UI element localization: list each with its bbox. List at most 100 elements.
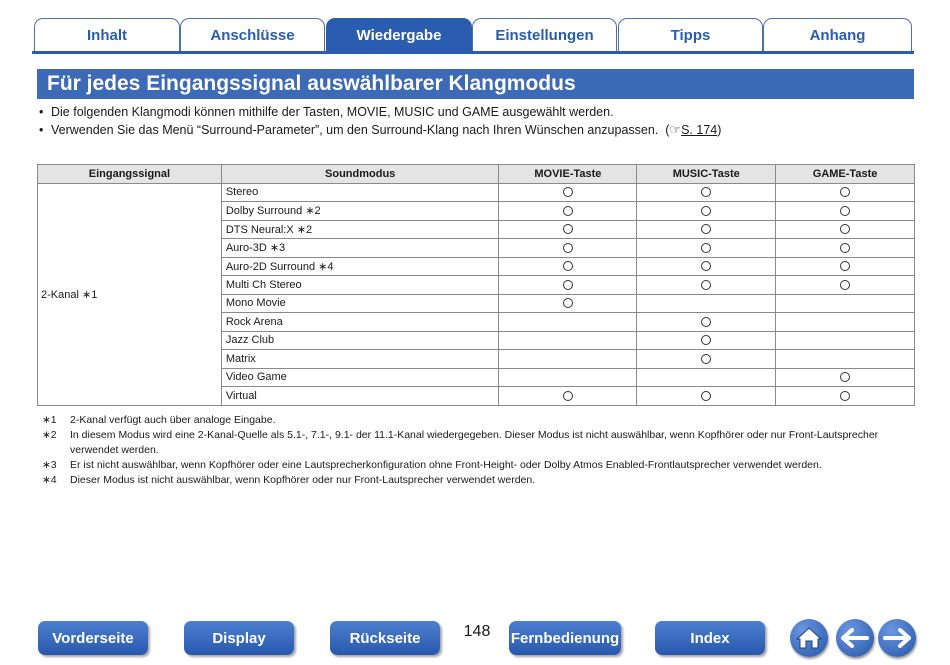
sound-mode-cell: Virtual bbox=[220, 386, 500, 406]
game-cell bbox=[775, 238, 915, 258]
available-circle-icon bbox=[701, 187, 712, 198]
music-cell bbox=[636, 386, 777, 406]
tab-underline bbox=[32, 51, 914, 54]
available-circle-icon bbox=[562, 242, 573, 253]
input-signal-cell: 2-Kanal ∗1 bbox=[37, 182, 222, 406]
movie-cell bbox=[498, 312, 638, 332]
tab-tipps[interactable]: Tipps bbox=[618, 18, 763, 51]
sound-mode-cell: Mono Movie bbox=[220, 293, 500, 313]
music-cell bbox=[636, 238, 777, 258]
available-circle-icon bbox=[701, 205, 712, 216]
music-cell bbox=[636, 293, 777, 313]
footnote-mark: ∗3 bbox=[42, 459, 57, 471]
sound-mode-cell: Multi Ch Stereo bbox=[220, 275, 500, 295]
pointing-hand-icon: ☞ bbox=[669, 122, 682, 137]
page-reference-link[interactable]: S. 174 bbox=[681, 123, 717, 137]
section-heading: Für jedes Eingangssignal auswählbarer Kl… bbox=[37, 69, 914, 99]
header-music: MUSIC-Taste bbox=[636, 164, 777, 184]
game-cell bbox=[775, 312, 915, 332]
fernbedienung-button[interactable]: Fernbedienung bbox=[509, 621, 621, 655]
header-eingangssignal: Eingangssignal bbox=[37, 164, 222, 184]
footnote-mark: ∗1 bbox=[42, 414, 57, 426]
page-number: 148 bbox=[463, 623, 491, 640]
available-circle-icon bbox=[840, 261, 851, 272]
previous-page-button[interactable] bbox=[836, 619, 874, 657]
available-circle-icon bbox=[840, 279, 851, 290]
footnote: ∗2 In diesem Modus wird eine 2-Kanal-Quel… bbox=[42, 428, 902, 458]
movie-cell bbox=[498, 256, 638, 276]
available-circle-icon bbox=[840, 187, 851, 198]
music-cell bbox=[636, 219, 777, 239]
movie-cell bbox=[498, 219, 638, 239]
table-header-row: Eingangssignal Soundmodus MOVIE-Taste MU… bbox=[37, 164, 915, 184]
available-circle-icon bbox=[701, 316, 712, 327]
display-button[interactable]: Display bbox=[184, 621, 294, 655]
footnote-text: Er ist nicht auswählbar, wenn Kopfhörer … bbox=[70, 459, 822, 471]
sound-mode-table: Eingangssignal Soundmodus MOVIE-Taste MU… bbox=[37, 164, 915, 406]
game-cell bbox=[775, 256, 915, 276]
available-circle-icon bbox=[701, 390, 712, 401]
footnote-text: In diesem Modus wird eine 2-Kanal-Quelle… bbox=[70, 429, 879, 456]
movie-cell bbox=[498, 182, 638, 202]
music-cell bbox=[636, 330, 777, 350]
game-cell bbox=[775, 330, 915, 350]
movie-cell bbox=[498, 367, 638, 387]
header-soundmodus: Soundmodus bbox=[220, 164, 500, 184]
game-cell bbox=[775, 182, 915, 202]
tab-anschluesse[interactable]: Anschlüsse bbox=[180, 18, 325, 51]
sound-mode-cell: DTS Neural:X ∗2 bbox=[220, 219, 500, 239]
sound-mode-cell: Video Game bbox=[220, 367, 500, 387]
header-game: GAME-Taste bbox=[775, 164, 915, 184]
movie-cell bbox=[498, 293, 638, 313]
available-circle-icon bbox=[562, 390, 573, 401]
available-circle-icon bbox=[701, 224, 712, 235]
game-cell bbox=[775, 293, 915, 313]
footnote: ∗3 Er ist nicht auswählbar, wenn Kopfhöre… bbox=[42, 458, 902, 473]
music-cell bbox=[636, 256, 777, 276]
movie-cell bbox=[498, 238, 638, 258]
footnote: ∗1 2-Kanal verfügt auch über analoge Eing… bbox=[42, 413, 902, 428]
available-circle-icon bbox=[840, 242, 851, 253]
available-circle-icon bbox=[701, 353, 712, 364]
sound-mode-cell: Auro-2D Surround ∗4 bbox=[220, 256, 500, 276]
available-circle-icon bbox=[562, 261, 573, 272]
sound-mode-cell: Stereo bbox=[220, 182, 500, 202]
tab-wiedergabe[interactable]: Wiedergabe bbox=[326, 18, 472, 51]
game-cell bbox=[775, 219, 915, 239]
available-circle-icon bbox=[840, 205, 851, 216]
arrow-left-icon bbox=[841, 628, 869, 648]
movie-cell bbox=[498, 330, 638, 350]
footnote-text: Dieser Modus ist nicht auswählbar, wenn … bbox=[70, 474, 536, 486]
available-circle-icon bbox=[562, 205, 573, 216]
game-cell bbox=[775, 367, 915, 387]
sound-mode-cell: Rock Arena bbox=[220, 312, 500, 332]
tab-einstellungen[interactable]: Einstellungen bbox=[472, 18, 617, 51]
footnote: ∗4 Dieser Modus ist nicht auswählbar, wen… bbox=[42, 473, 902, 488]
music-cell bbox=[636, 349, 777, 369]
sound-mode-cell: Jazz Club bbox=[220, 330, 500, 350]
music-cell bbox=[636, 275, 777, 295]
available-circle-icon bbox=[562, 279, 573, 290]
tab-anhang[interactable]: Anhang bbox=[763, 18, 912, 51]
footnote-text: 2-Kanal verfügt auch über analoge Eingab… bbox=[70, 414, 276, 426]
bullet-text: Die folgenden Klangmodi können mithilfe … bbox=[51, 105, 614, 119]
available-circle-icon bbox=[840, 390, 851, 401]
vorderseite-button[interactable]: Vorderseite bbox=[38, 621, 148, 655]
game-cell bbox=[775, 201, 915, 221]
index-button[interactable]: Index bbox=[655, 621, 765, 655]
available-circle-icon bbox=[701, 242, 712, 253]
sound-mode-cell: Dolby Surround ∗2 bbox=[220, 201, 500, 221]
bullet-item: Verwenden Sie das Menü “Surround-Paramet… bbox=[38, 121, 914, 139]
rueckseite-button[interactable]: Rückseite bbox=[330, 621, 440, 655]
movie-cell bbox=[498, 275, 638, 295]
tab-inhalt[interactable]: Inhalt bbox=[34, 18, 180, 51]
available-circle-icon bbox=[701, 335, 712, 346]
game-cell bbox=[775, 349, 915, 369]
home-button[interactable] bbox=[790, 619, 828, 657]
next-page-button[interactable] bbox=[878, 619, 916, 657]
ref-close: ) bbox=[717, 123, 722, 137]
music-cell bbox=[636, 201, 777, 221]
available-circle-icon bbox=[840, 372, 851, 383]
tab-bar: Inhalt Anschlüsse Wiedergabe Einstellung… bbox=[32, 14, 914, 54]
header-movie: MOVIE-Taste bbox=[498, 164, 638, 184]
